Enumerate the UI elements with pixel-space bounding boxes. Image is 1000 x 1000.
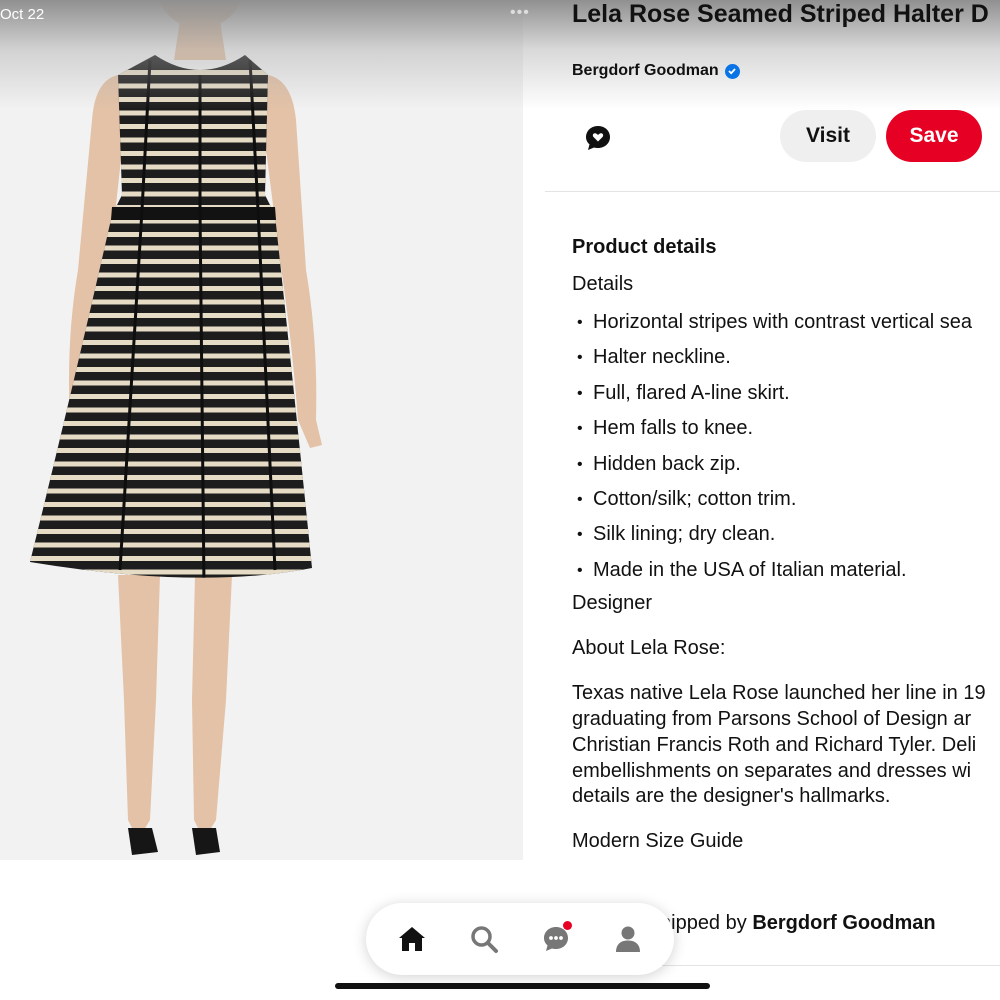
list-item: Halter neckline. <box>572 345 1000 380</box>
designer-label: Designer <box>572 592 653 615</box>
messages-icon[interactable] <box>534 917 578 961</box>
product-image[interactable] <box>0 0 523 860</box>
profile-icon[interactable] <box>606 917 650 961</box>
bio-line: details are the designer's hallmarks. <box>572 785 891 808</box>
bottom-nav <box>366 903 674 975</box>
list-item: Cotton/silk; cotton trim. <box>572 487 1000 522</box>
bio-line: embellishments on separates and dresses … <box>572 759 972 782</box>
list-item: Hidden back zip. <box>572 452 1000 487</box>
about-designer-label: About Lela Rose: <box>572 637 726 660</box>
list-item: Full, flared A-line skirt. <box>572 381 1000 416</box>
shipped-by-seller[interactable]: Bergdorf Goodman <box>752 912 935 934</box>
details-subheading: Details <box>572 273 634 295</box>
divider <box>545 191 1000 192</box>
home-icon[interactable] <box>390 917 434 961</box>
search-icon[interactable] <box>462 917 506 961</box>
designer-bio: Texas native Lela Rose launched her line… <box>572 681 1000 810</box>
home-indicator <box>335 983 710 989</box>
product-details: Product details Details Horizontal strip… <box>572 234 1000 854</box>
list-item: Hem falls to knee. <box>572 416 1000 451</box>
dress-photo <box>0 0 523 860</box>
notification-dot <box>563 921 572 930</box>
comment-icon[interactable] <box>580 120 616 156</box>
product-details-heading: Product details <box>572 236 717 258</box>
bio-line: Texas native Lela Rose launched her line… <box>572 682 986 705</box>
brand-name[interactable]: Bergdorf Goodman <box>572 62 719 80</box>
more-icon[interactable]: ••• <box>510 4 530 22</box>
visit-button[interactable]: Visit <box>780 110 876 162</box>
bio-line: Christian Francis Roth and Richard Tyler… <box>572 733 977 756</box>
bio-line: graduating from Parsons School of Design… <box>572 707 972 730</box>
size-guide-link[interactable]: Modern Size Guide <box>572 829 1000 854</box>
pin-title: Lela Rose Seamed Striped Halter D <box>572 0 989 28</box>
save-button[interactable]: Save <box>886 110 982 162</box>
list-item: Made in the USA of Italian material. <box>572 558 1000 593</box>
verified-badge-icon <box>724 63 740 79</box>
status-date: Oct 22 <box>0 6 45 23</box>
shipped-by: hipped by Bergdorf Goodman <box>660 912 936 935</box>
details-list: Horizontal stripes with contrast vertica… <box>572 310 1000 593</box>
brand-row[interactable]: Bergdorf Goodman <box>572 62 740 80</box>
list-item: Silk lining; dry clean. <box>572 522 1000 557</box>
list-item: Horizontal stripes with contrast vertica… <box>572 310 1000 345</box>
